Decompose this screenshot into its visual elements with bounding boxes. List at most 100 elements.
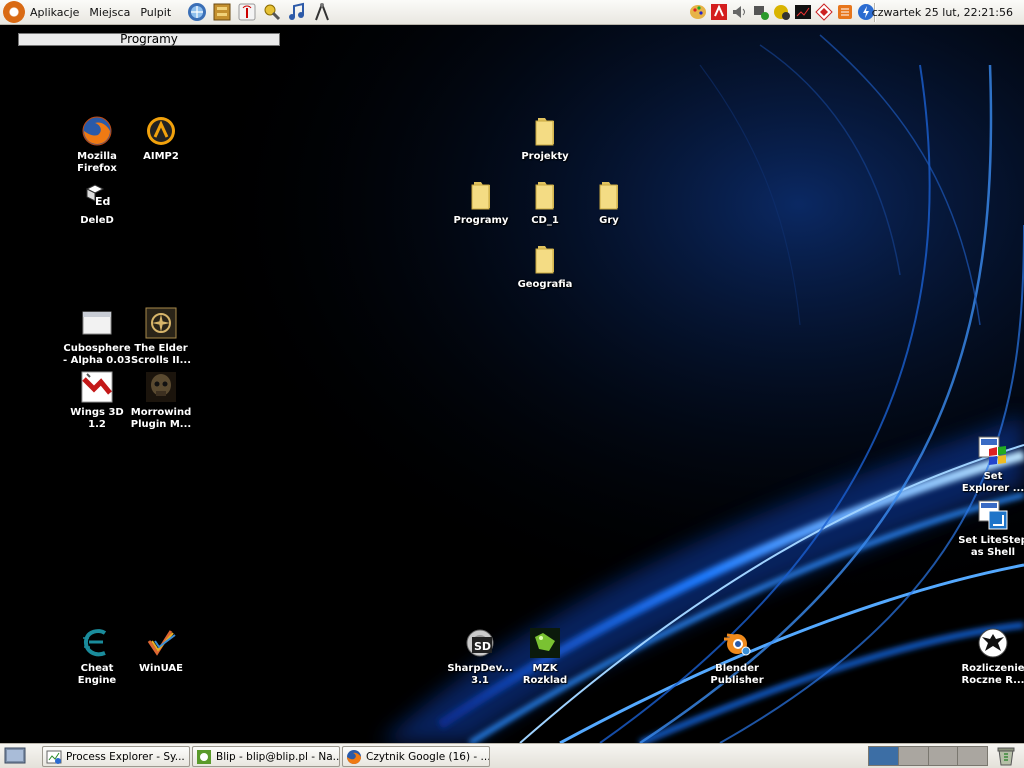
key-tools-icon[interactable]: [261, 1, 283, 23]
blender-icon: [724, 633, 751, 656]
volume-icon[interactable]: [730, 2, 750, 22]
icon-label: MZK Rozklad: [522, 663, 568, 686]
icon-label: Morrowind Plugin M...: [130, 407, 192, 430]
desktop-icon-geografia[interactable]: Geografia: [508, 243, 582, 291]
music-note-icon[interactable]: [286, 1, 308, 23]
menu-miejsca[interactable]: Miejsca: [84, 6, 135, 19]
show-desktop-icon[interactable]: [4, 746, 26, 766]
icon-label: Wings 3D 1.2: [70, 407, 124, 430]
blip-icon: [197, 749, 211, 764]
icon-label: Gry: [599, 215, 619, 226]
icon-label: Set Explorer ...: [961, 471, 1024, 494]
ubuntu-logo-icon[interactable]: [3, 1, 25, 23]
desktop-icon-elder-scrolls[interactable]: The Elder Scrolls II...: [124, 307, 198, 367]
desktop-icon-rozliczenie[interactable]: Rozliczenie Roczne R...: [956, 627, 1024, 687]
skull-icon: [146, 372, 176, 402]
desktop-icon-blender-publisher[interactable]: Blender Publisher: [700, 627, 774, 687]
desktop-icon-programy[interactable]: Programy: [444, 179, 518, 227]
updates-icon[interactable]: [772, 2, 792, 22]
workspace-1[interactable]: [869, 747, 899, 765]
file-cabinet-icon[interactable]: [211, 1, 233, 23]
programs-bar[interactable]: Programy: [18, 33, 280, 46]
menu-aplikacje[interactable]: Aplikacje: [25, 6, 84, 19]
task-label: Process Explorer - Sy...: [66, 750, 185, 763]
bottom-panel: Process Explorer - Sy... Blip - blip@bli…: [0, 743, 1024, 768]
icon-label: Cheat Engine: [77, 663, 117, 686]
task-blip[interactable]: Blip - blip@blip.pl - Na...: [192, 746, 340, 767]
process-explorer-icon: [46, 750, 62, 764]
elder-scrolls-icon: [145, 307, 177, 339]
desktop-icon-cubosphere[interactable]: Cubosphere - Alpha 0.03: [60, 307, 134, 367]
desktop-icon-morrowind-plugin[interactable]: Morrowind Plugin M...: [124, 371, 198, 431]
paint-palette-icon[interactable]: [688, 2, 708, 22]
icon-label: CD_1: [531, 215, 559, 226]
icon-label: Mozilla Firefox: [77, 151, 117, 174]
desktop-icon-cd1[interactable]: CD_1: [508, 179, 582, 227]
clock[interactable]: czwartek 25 lut, 22:21:56: [872, 6, 1013, 19]
icon-label: AIMP2: [143, 151, 179, 162]
icon-label: Set LiteStep as Shell: [958, 535, 1024, 558]
task-process-explorer[interactable]: Process Explorer - Sy...: [42, 746, 190, 767]
deled-icon: Ed: [85, 184, 110, 208]
web-browser-icon[interactable]: [186, 1, 208, 23]
icon-label: Programy: [453, 215, 509, 226]
desktop-icon-mzk-rozklad[interactable]: MZK Rozklad: [508, 627, 582, 687]
firefox-icon: [82, 116, 112, 146]
workspace-4[interactable]: [958, 747, 987, 765]
workspace-2[interactable]: [898, 747, 929, 765]
desktop-icon-winuae[interactable]: WinUAE: [124, 627, 198, 675]
windows-flag-icon: [978, 436, 1006, 465]
icon-label: DeleD: [80, 215, 114, 226]
folder-icon: [535, 246, 554, 274]
eagle-icon: [978, 628, 1008, 658]
icon-label: WinUAE: [139, 663, 183, 674]
terminal-monitor-icon[interactable]: [793, 2, 813, 22]
task-czytnik-google[interactable]: Czytnik Google (16) - ...: [342, 746, 490, 767]
compass-icon[interactable]: [311, 1, 333, 23]
icon-label: The Elder Scrolls II...: [130, 343, 192, 366]
icon-label: Blender Publisher: [710, 663, 764, 686]
wings3d-icon: [81, 371, 113, 403]
icon-label: Cubosphere - Alpha 0.03: [63, 343, 131, 366]
mzk-icon: [530, 628, 560, 658]
litestep-icon: [978, 500, 1008, 530]
icon-label: Geografia: [517, 279, 573, 290]
desktop[interactable]: Programy Mozilla Firefox AIMP2 Ed DeleD …: [0, 25, 1024, 743]
firefox-icon: [347, 749, 361, 764]
icon-label: SharpDev... 3.1: [447, 663, 513, 686]
network-status-icon[interactable]: [751, 2, 771, 22]
launcher-area: [186, 1, 333, 23]
desktop-icon-sharpdevelop[interactable]: SD SharpDev... 3.1: [443, 627, 517, 687]
desktop-icon-cheat-engine[interactable]: Cheat Engine: [60, 627, 134, 687]
folder-icon: [471, 182, 490, 210]
desktop-icon-wings3d[interactable]: Wings 3D 1.2: [60, 371, 134, 431]
desktop-icon-gry[interactable]: Gry: [572, 179, 646, 227]
network-antenna-icon[interactable]: [236, 1, 258, 23]
notification-area: [688, 2, 876, 22]
workspace-3[interactable]: [928, 747, 959, 765]
top-panel: Aplikacje Miejsca Pulpit czwartek 25 lut…: [0, 0, 1024, 25]
shield-icon[interactable]: [835, 2, 855, 22]
desktop-icon-firefox[interactable]: Mozilla Firefox: [60, 115, 134, 175]
icon-label: Projekty: [521, 151, 569, 162]
icon-label: Rozliczenie Roczne R...: [961, 663, 1024, 686]
winuae-icon: [147, 630, 176, 656]
diamond-app-icon[interactable]: [814, 2, 834, 22]
desktop-icon-set-litestep[interactable]: Set LiteStep as Shell: [956, 499, 1024, 559]
task-label: Czytnik Google (16) - ...: [366, 750, 490, 763]
desktop-icon-deled[interactable]: Ed DeleD: [60, 179, 134, 227]
desktop-icon-set-explorer[interactable]: Set Explorer ...: [956, 435, 1024, 495]
menu-pulpit[interactable]: Pulpit: [135, 6, 176, 19]
folder-icon: [535, 182, 554, 210]
svg-text:Ed: Ed: [95, 195, 110, 208]
svg-text:SD: SD: [474, 640, 491, 653]
desktop-icon-projekty[interactable]: Projekty: [508, 115, 582, 163]
workspace-switcher: [868, 746, 988, 766]
sharpdevelop-icon: SD: [466, 629, 494, 657]
folder-icon: [599, 182, 618, 210]
desktop-icon-aimp2[interactable]: AIMP2: [124, 115, 198, 163]
trash-icon[interactable]: [995, 745, 1017, 767]
folder-icon: [535, 118, 554, 146]
window-icon: [82, 311, 112, 335]
red-app-icon[interactable]: [709, 2, 729, 22]
